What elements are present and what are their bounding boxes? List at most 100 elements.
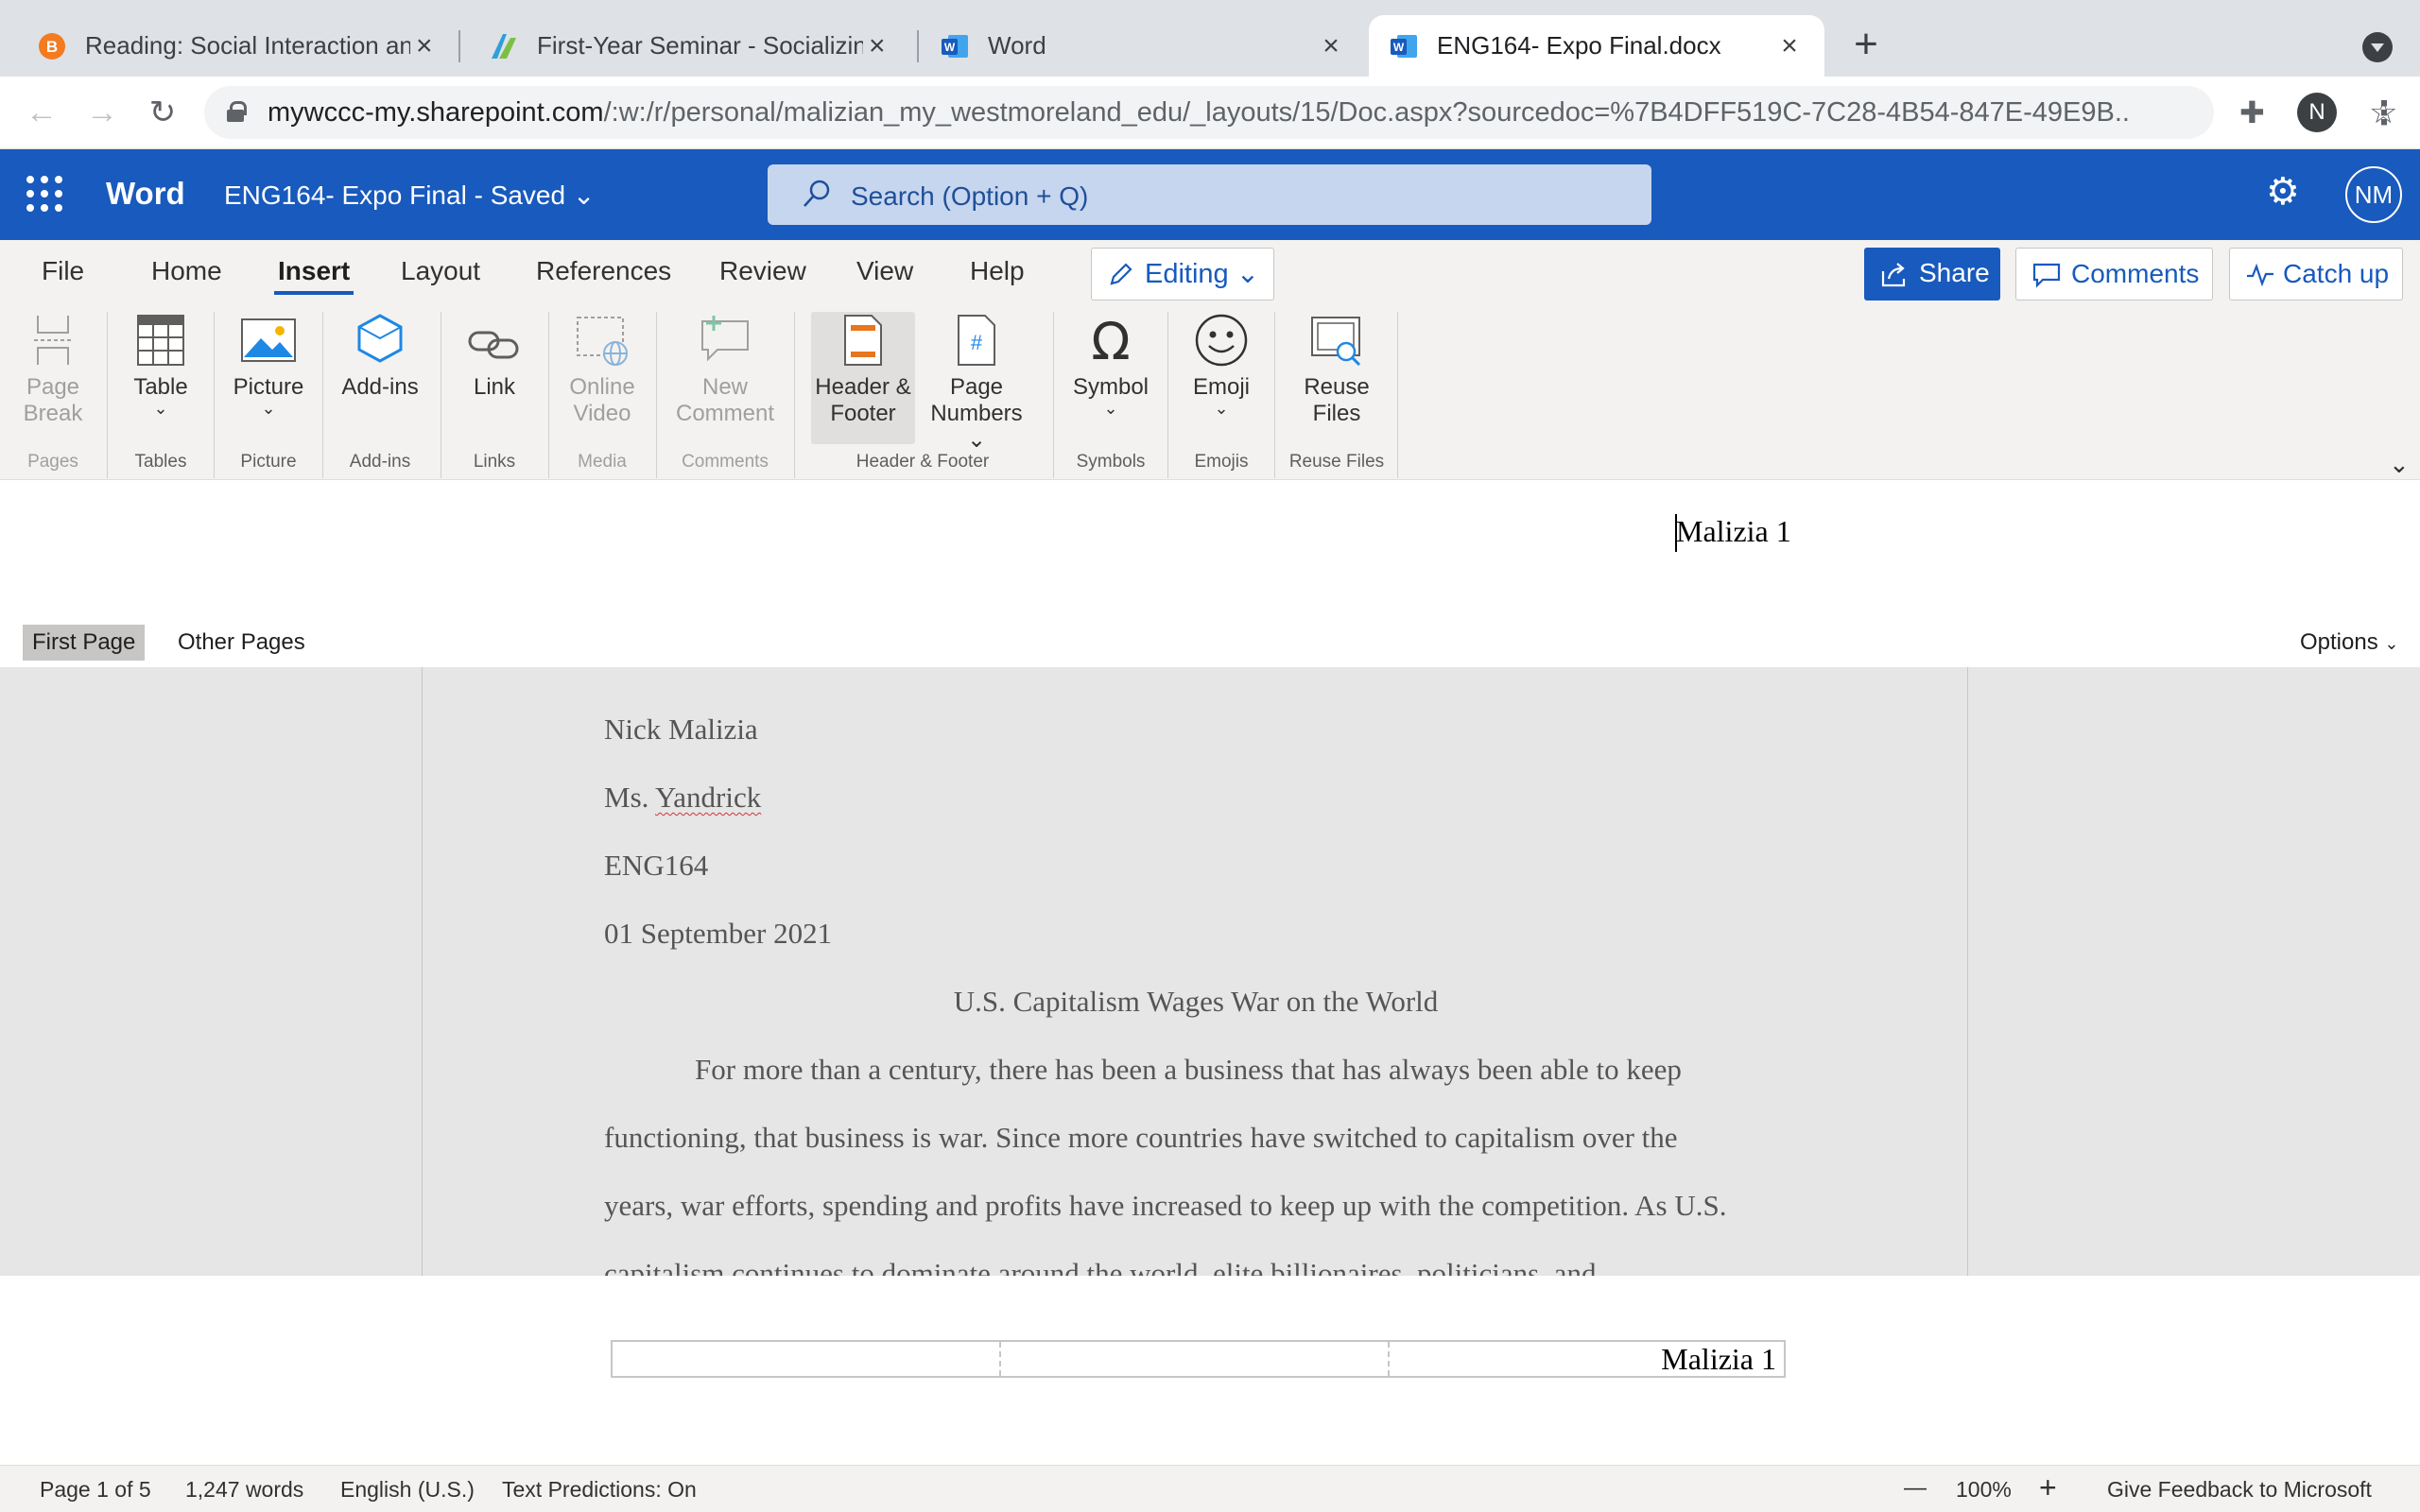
tab-layout[interactable]: Layout <box>397 251 484 295</box>
add-ins-button[interactable]: Add-ins <box>333 312 427 444</box>
group-label-pages: Pages <box>27 452 78 472</box>
zoom-out-button[interactable]: — <box>1904 1475 1927 1502</box>
browser-tab-reading[interactable]: B Reading: Social Interaction and × <box>0 15 458 77</box>
comments-button[interactable]: Comments <box>2015 248 2213 301</box>
zoom-level[interactable]: 100% <box>1956 1477 2012 1503</box>
svg-text:Ω: Ω <box>1091 312 1130 369</box>
word-count[interactable]: 1,247 words <box>185 1477 303 1503</box>
group-divider <box>548 312 549 478</box>
profile-avatar[interactable]: N <box>2297 93 2337 132</box>
reuse-files-button[interactable]: Reuse Files <box>1286 312 1388 444</box>
other-pages-tab[interactable]: Other Pages <box>178 625 305 661</box>
reload-icon[interactable]: ↻ <box>142 92 183 133</box>
tab-review[interactable]: Review <box>716 251 810 295</box>
browser-tab-word[interactable]: W Word × <box>903 15 1366 77</box>
header-footer-button[interactable]: Header & Footer <box>811 312 915 444</box>
address-bar[interactable]: mywccc-my.sharepoint.com/:w:/r/personal/… <box>204 86 2397 139</box>
emoji-button[interactable]: Emoji ⌄ <box>1178 312 1265 444</box>
group-label-add-ins: Add-ins <box>349 452 411 472</box>
header-text[interactable]: Malizia 1 <box>1676 514 1791 549</box>
feedback-link[interactable]: Give Feedback to Microsoft <box>2107 1477 2372 1503</box>
tab-home[interactable]: Home <box>147 251 226 295</box>
tab-file[interactable]: File <box>38 251 88 295</box>
tab-help[interactable]: Help <box>966 251 1028 295</box>
table-icon <box>137 315 184 366</box>
group-label-picture: Picture <box>240 452 297 472</box>
search-box[interactable]: Search (Option + Q) <box>768 164 1651 225</box>
header-options-dropdown[interactable]: Options ⌄ <box>2300 625 2398 661</box>
chevron-down-icon: ⌄ <box>2384 634 2399 653</box>
seminar-favicon-icon <box>490 32 518 60</box>
footer-editing-area[interactable]: Malizia 1 <box>0 1276 2420 1465</box>
word-favicon-icon: W <box>941 32 969 60</box>
close-tab-icon[interactable]: × <box>1775 31 1804 60</box>
doc-paragraph-line: years, war efforts, spending and profits… <box>604 1189 1727 1222</box>
tab-search-icon[interactable] <box>2362 32 2393 62</box>
browser-menu-icon[interactable]: ⋮ <box>2368 94 2400 132</box>
catch-up-button[interactable]: Catch up <box>2229 248 2403 301</box>
footer-table[interactable]: Malizia 1 <box>611 1340 1786 1378</box>
group-label-header-footer: Header & Footer <box>856 452 990 472</box>
close-tab-icon[interactable]: × <box>863 31 890 60</box>
doc-line-author: Nick Malizia <box>604 713 758 746</box>
lock-icon[interactable] <box>227 101 247 122</box>
forward-arrow-icon[interactable]: → <box>81 92 123 133</box>
language-indicator[interactable]: English (U.S.) <box>340 1477 475 1503</box>
new-tab-icon[interactable]: + <box>1849 24 1883 65</box>
user-avatar[interactable]: NM <box>2345 166 2402 223</box>
ribbon-tab-bar: File Home Insert Layout References Revie… <box>0 240 2420 306</box>
tab-view[interactable]: View <box>853 251 917 295</box>
collapse-ribbon-icon[interactable]: ⌄ <box>2389 450 2410 479</box>
table-button[interactable]: Table ⌄ <box>117 312 204 444</box>
tab-title: First-Year Seminar - Socializing <box>537 31 864 60</box>
new-comment-button[interactable]: New Comment <box>667 312 783 444</box>
footer-cell-center[interactable] <box>1001 1342 1390 1376</box>
app-name[interactable]: Word <box>106 176 185 212</box>
svg-text:#: # <box>971 331 983 354</box>
page-break-button[interactable]: Page Break <box>13 312 93 444</box>
settings-gear-icon[interactable]: ⚙ <box>2266 170 2300 214</box>
document-title[interactable]: ENG164- Expo Final - Saved ⌄ <box>224 180 595 211</box>
browser-tab-expo-final[interactable]: W ENG164- Expo Final.docx × <box>1369 15 1824 77</box>
share-button[interactable]: Share <box>1864 248 2000 301</box>
app-launcher-icon[interactable] <box>26 176 62 212</box>
close-tab-icon[interactable]: × <box>410 31 438 60</box>
page-numbers-button[interactable]: # Page Numbers ⌄ <box>919 312 1034 453</box>
browser-tab-seminar[interactable]: First-Year Seminar - Socializing × <box>452 15 911 77</box>
page-numbers-icon: # <box>958 315 995 366</box>
back-arrow-icon[interactable]: ← <box>21 92 62 133</box>
group-divider <box>1053 312 1054 478</box>
pencil-icon <box>1110 263 1132 285</box>
close-tab-icon[interactable]: × <box>1317 31 1345 60</box>
url-text: mywccc-my.sharepoint.com/:w:/r/personal/… <box>268 97 2130 128</box>
doc-line-instructor: Ms. Yandrick <box>604 781 762 814</box>
link-button[interactable]: Link <box>452 312 537 444</box>
group-divider <box>794 312 795 478</box>
document-page[interactable]: Nick Malizia Ms. Yandrick ENG164 01 Sept… <box>422 667 1968 1276</box>
text-predictions-status[interactable]: Text Predictions: On <box>502 1477 697 1503</box>
editing-mode-dropdown[interactable]: Editing ⌄ <box>1091 248 1274 301</box>
header-editing-area[interactable]: Malizia 1 First Page Other Pages Options… <box>0 480 2420 667</box>
svg-text:W: W <box>1393 41 1405 54</box>
footer-cell-left[interactable] <box>613 1342 1001 1376</box>
first-page-tab[interactable]: First Page <box>23 625 146 661</box>
group-divider <box>322 312 323 478</box>
comment-icon <box>2032 263 2061 288</box>
chevron-down-icon: ⌄ <box>153 399 168 418</box>
footer-cell-right[interactable]: Malizia 1 <box>1390 1342 1784 1376</box>
chevron-down-icon: ⌄ <box>1103 399 1118 418</box>
svg-text:B: B <box>46 38 58 56</box>
tab-references[interactable]: References <box>532 251 675 295</box>
extensions-puzzle-icon[interactable]: ✚ <box>2239 94 2265 130</box>
document-canvas: Nick Malizia Ms. Yandrick ENG164 01 Sept… <box>0 667 2420 1276</box>
header-footer-icon <box>844 315 882 366</box>
tab-insert[interactable]: Insert <box>274 251 354 295</box>
group-label-media: Media <box>578 452 627 472</box>
picture-button[interactable]: Picture ⌄ <box>223 312 314 444</box>
online-video-button[interactable]: Online Video <box>560 312 645 444</box>
tab-title: ENG164- Expo Final.docx <box>1437 31 1721 60</box>
symbol-button[interactable]: Ω Symbol ⌄ <box>1064 312 1157 444</box>
zoom-in-button[interactable]: + <box>2039 1470 2057 1505</box>
status-bar: Page 1 of 5 1,247 words English (U.S.) T… <box>0 1465 2420 1512</box>
group-label-tables: Tables <box>134 452 187 472</box>
